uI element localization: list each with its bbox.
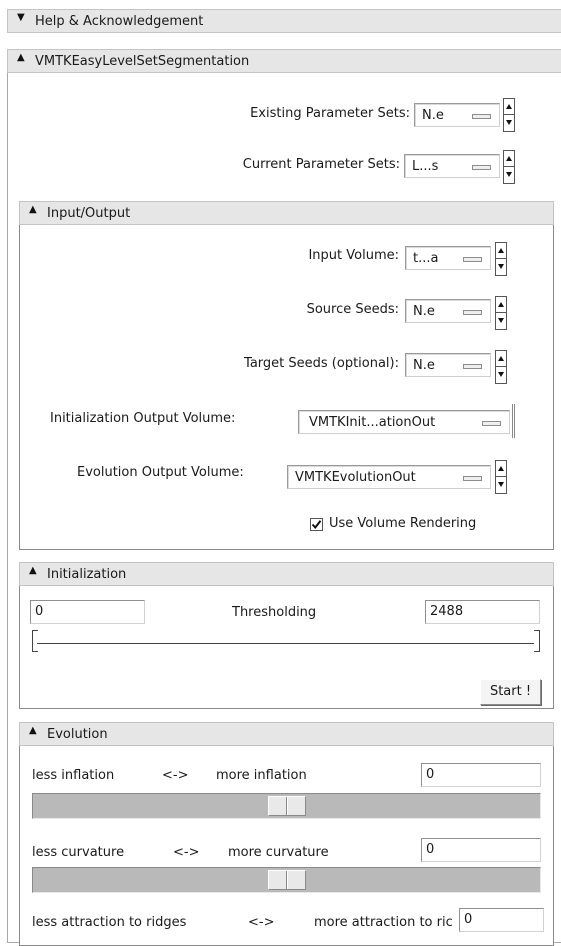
arrow-down-icon[interactable] (495, 477, 507, 494)
threshold-range-max-handle[interactable] (534, 630, 540, 652)
input-volume-label: Input Volume: (308, 248, 399, 263)
existing-parameter-sets-spinner[interactable] (503, 98, 515, 132)
arrow-down-icon[interactable] (495, 259, 507, 276)
threshold-max-entry[interactable]: 2488 (425, 600, 540, 624)
arrow-up-icon[interactable] (495, 296, 507, 313)
collapse-down-icon: ▼ (17, 12, 25, 23)
curvature-left-label: less curvature (32, 845, 125, 860)
menu-indicator-icon (472, 114, 491, 119)
existing-parameter-sets-menu[interactable]: N.e (414, 103, 500, 127)
current-parameter-sets-spinner[interactable] (503, 150, 515, 184)
attraction-right-label: more attraction to ric (314, 915, 453, 930)
threshold-range-track (37, 643, 534, 644)
menu-indicator-icon (463, 310, 482, 315)
inflation-arrow-label: <-> (162, 768, 189, 783)
inflation-left-label: less inflation (32, 768, 115, 783)
source-seeds-menu[interactable]: N.e (405, 299, 491, 323)
arrow-down-icon[interactable] (495, 367, 507, 384)
curvature-arrow-label: <-> (173, 845, 200, 860)
input-output-panel-header[interactable]: ▲ Input/Output (19, 201, 554, 225)
target-seeds-menu[interactable]: N.e (405, 353, 491, 377)
curvature-slider[interactable] (32, 867, 541, 893)
checkmark-icon (311, 520, 322, 530)
existing-parameter-sets-label: Existing Parameter Sets: (250, 106, 410, 121)
source-seeds-spinner[interactable] (495, 296, 507, 330)
input-output-title: Input/Output (47, 206, 131, 221)
menu-indicator-icon (463, 476, 482, 481)
target-seeds-label: Target Seeds (optional): (244, 356, 399, 371)
initialization-title: Initialization (47, 567, 127, 582)
menu-indicator-icon (482, 421, 501, 426)
attraction-value-entry[interactable]: 0 (459, 908, 544, 932)
evolution-panel-header[interactable]: ▲ Evolution (19, 722, 554, 746)
help-panel-header[interactable]: ▼ Help & Acknowledgement (7, 9, 561, 33)
arrow-up-icon[interactable] (503, 98, 515, 115)
initialization-panel-header[interactable]: ▲ Initialization (19, 562, 554, 586)
arrow-up-icon[interactable] (495, 460, 507, 477)
collapse-up-icon: ▲ (29, 204, 37, 215)
thresholding-label: Thresholding (232, 605, 317, 620)
inflation-value-entry[interactable]: 0 (421, 763, 541, 787)
inflation-right-label: more inflation (216, 768, 307, 783)
arrow-down-icon[interactable] (503, 115, 515, 132)
evolution-output-volume-spinner[interactable] (495, 460, 507, 494)
target-seeds-spinner[interactable] (495, 350, 507, 384)
curvature-right-label: more curvature (228, 845, 329, 860)
inflation-slider[interactable] (32, 793, 541, 819)
curvature-value-entry[interactable]: 0 (421, 838, 541, 862)
menu-indicator-icon (472, 165, 491, 170)
menu-indicator-icon (463, 257, 482, 262)
input-output-panel-body (19, 225, 554, 550)
arrow-up-icon[interactable] (495, 242, 507, 259)
arrow-up-icon[interactable] (503, 150, 515, 167)
initialization-output-volume-spinner-edge (512, 404, 515, 438)
input-volume-menu[interactable]: t...a (405, 246, 491, 270)
menu-indicator-icon (463, 364, 482, 369)
inflation-slider-thumb[interactable] (268, 796, 306, 816)
arrow-up-icon[interactable] (495, 350, 507, 367)
arrow-down-icon[interactable] (503, 167, 515, 184)
arrow-down-icon[interactable] (495, 313, 507, 330)
collapse-up-icon: ▲ (29, 725, 37, 736)
collapse-up-icon: ▲ (29, 565, 37, 576)
current-parameter-sets-label: Current Parameter Sets: (242, 157, 400, 172)
initialization-output-volume-menu[interactable]: VMTKInit...ationOut (298, 410, 510, 434)
use-volume-rendering-label[interactable]: Use Volume Rendering (329, 516, 476, 531)
evolution-output-volume-menu[interactable]: VMTKEvolutionOut (287, 465, 491, 489)
module-panel-header[interactable]: ▲ VMTKEasyLevelSetSegmentation (7, 49, 561, 73)
module-panel-title: VMTKEasyLevelSetSegmentation (35, 54, 250, 69)
source-seeds-label: Source Seeds: (306, 302, 399, 317)
start-button[interactable]: Start ! (480, 679, 541, 705)
threshold-range-min-handle[interactable] (32, 630, 38, 652)
input-volume-spinner[interactable] (495, 242, 507, 276)
threshold-min-entry[interactable]: 0 (30, 600, 145, 624)
curvature-slider-thumb[interactable] (268, 870, 306, 890)
evolution-title: Evolution (47, 727, 108, 742)
use-volume-rendering-checkbox[interactable] (310, 518, 323, 531)
collapse-up-icon: ▲ (17, 52, 25, 63)
evolution-output-volume-label: Evolution Output Volume: (77, 465, 244, 480)
attraction-arrow-label: <-> (248, 915, 275, 930)
current-parameter-sets-menu[interactable]: L...s (404, 154, 500, 178)
help-panel-title: Help & Acknowledgement (35, 14, 204, 29)
initialization-output-volume-label: Initialization Output Volume: (50, 411, 236, 426)
attraction-left-label: less attraction to ridges (32, 915, 187, 930)
